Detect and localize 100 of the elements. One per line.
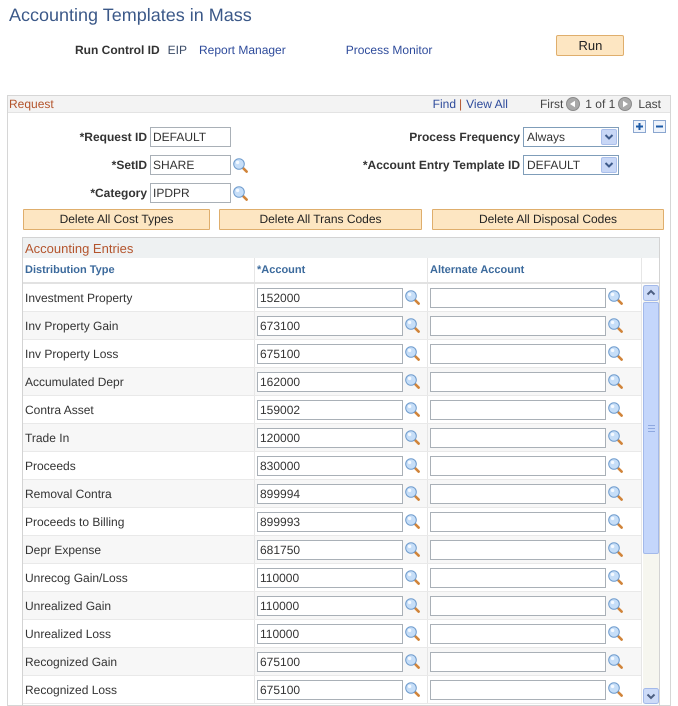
account-field[interactable]: 110000 [257, 624, 403, 644]
account-field[interactable]: 675100 [257, 652, 403, 672]
distribution-type-cell-text: Inv Property Gain [25, 318, 118, 334]
search-icon[interactable] [405, 486, 420, 501]
scrollbar-track[interactable] [643, 285, 659, 704]
delete-button[interactable]: Delete All Cost Types [23, 209, 210, 230]
chevron-down-icon[interactable] [601, 129, 617, 145]
search-icon[interactable] [608, 458, 623, 473]
alternate-account-field[interactable] [430, 652, 606, 672]
distribution-type-cell-text: Recognized Gain [25, 654, 118, 670]
account-field[interactable]: 120000 [257, 428, 403, 448]
alternate-account-field[interactable] [430, 596, 606, 616]
distribution-type-cell-text: Inv Property Loss [25, 346, 118, 362]
distribution-type-cell-text: Proceeds to Billing [25, 514, 124, 530]
run-button[interactable]: Run [556, 35, 624, 56]
search-icon[interactable] [608, 570, 623, 585]
lookup-field[interactable]: SHARE [150, 155, 231, 175]
search-icon[interactable] [405, 598, 420, 613]
search-icon[interactable] [405, 430, 420, 445]
alternate-account-field[interactable] [430, 316, 606, 336]
search-icon[interactable] [608, 486, 623, 501]
alternate-account-field[interactable] [430, 568, 606, 588]
plus-icon[interactable] [633, 120, 646, 133]
alternate-account-field[interactable] [430, 484, 606, 504]
distribution-type-cell-text: Depr Expense [25, 542, 102, 558]
search-icon[interactable] [405, 542, 420, 557]
delete-button[interactable]: Delete All Trans Codes [219, 209, 422, 230]
account-field[interactable]: 675100 [257, 344, 403, 364]
search-icon[interactable] [233, 158, 248, 172]
alternate-account-field[interactable] [430, 288, 606, 308]
alternate-account-field[interactable] [430, 456, 606, 476]
account-field[interactable]: 152000 [257, 288, 403, 308]
search-icon[interactable] [405, 346, 420, 361]
find-link[interactable]: Find [432, 97, 456, 111]
search-icon[interactable] [608, 374, 623, 389]
search-icon[interactable] [405, 570, 420, 585]
delete-button[interactable]: Delete All Disposal Codes [432, 209, 664, 230]
alternate-account-field[interactable] [430, 372, 606, 392]
search-icon[interactable] [405, 682, 420, 697]
scrollbar-thumb[interactable] [643, 302, 659, 554]
header-link[interactable]: Report Manager [199, 43, 286, 57]
distribution-type-cell-text: Proceeds [25, 458, 76, 474]
chevron-down-icon[interactable] [601, 157, 617, 173]
view-all-link[interactable]: View All [466, 97, 508, 111]
account-field[interactable]: 110000 [257, 596, 403, 616]
scroll-up-button[interactable] [643, 285, 659, 301]
distribution-type-cell-text: Trade In [25, 430, 70, 446]
header-link[interactable]: Process Monitor [346, 43, 432, 57]
alternate-account-field[interactable] [430, 428, 606, 448]
search-icon[interactable] [608, 626, 623, 641]
search-icon[interactable] [608, 654, 623, 669]
search-icon[interactable] [405, 318, 420, 333]
grip-lines-icon [648, 424, 654, 432]
search-icon[interactable] [405, 654, 420, 669]
dropdown-field[interactable]: DEFAULT [523, 155, 619, 175]
run-control-label: Run Control ID [75, 43, 160, 57]
lookup-field[interactable]: IPDPR [150, 183, 231, 203]
minus-icon[interactable] [653, 120, 666, 133]
account-field[interactable]: 110000 [257, 568, 403, 588]
search-icon[interactable] [405, 290, 420, 305]
account-field[interactable]: 899994 [257, 484, 403, 504]
alternate-account-field[interactable] [430, 400, 606, 420]
alternate-account-field[interactable] [430, 512, 606, 532]
column-header: *Account [257, 264, 306, 276]
search-icon[interactable] [608, 318, 623, 333]
search-icon[interactable] [608, 402, 623, 417]
run-control-value: EIP [168, 43, 187, 57]
alternate-account-field[interactable] [430, 540, 606, 560]
search-icon[interactable] [608, 514, 623, 529]
account-field[interactable]: 899993 [257, 512, 403, 532]
account-field[interactable]: 830000 [257, 456, 403, 476]
account-field[interactable]: 681750 [257, 540, 403, 560]
field-label: *Request ID [80, 129, 147, 146]
scroll-down-button[interactable] [643, 688, 659, 704]
alternate-account-field[interactable] [430, 680, 606, 700]
distribution-type-cell-text: Investment Property [25, 290, 132, 306]
field-label: *SetID [112, 157, 147, 174]
search-icon[interactable] [233, 186, 248, 200]
search-icon[interactable] [608, 682, 623, 697]
account-field[interactable]: 675100 [257, 680, 403, 700]
search-icon[interactable] [405, 374, 420, 389]
account-field[interactable]: 159002 [257, 400, 403, 420]
search-icon[interactable] [608, 542, 623, 557]
text-field[interactable]: DEFAULT [150, 127, 231, 147]
distribution-type-cell-text: Recognized Loss [25, 682, 118, 698]
search-icon[interactable] [608, 598, 623, 613]
search-icon[interactable] [405, 402, 420, 417]
dropdown-field[interactable]: Always [523, 127, 619, 147]
account-field[interactable]: 673100 [257, 316, 403, 336]
alternate-account-field[interactable] [430, 344, 606, 364]
account-field[interactable]: 162000 [257, 372, 403, 392]
search-icon[interactable] [405, 626, 420, 641]
search-icon[interactable] [608, 346, 623, 361]
alternate-account-field[interactable] [430, 624, 606, 644]
last-label: Last [638, 97, 661, 111]
search-icon[interactable] [405, 514, 420, 529]
search-icon[interactable] [608, 430, 623, 445]
search-icon[interactable] [405, 458, 420, 473]
field-label: *Category [90, 185, 147, 202]
search-icon[interactable] [608, 290, 623, 305]
